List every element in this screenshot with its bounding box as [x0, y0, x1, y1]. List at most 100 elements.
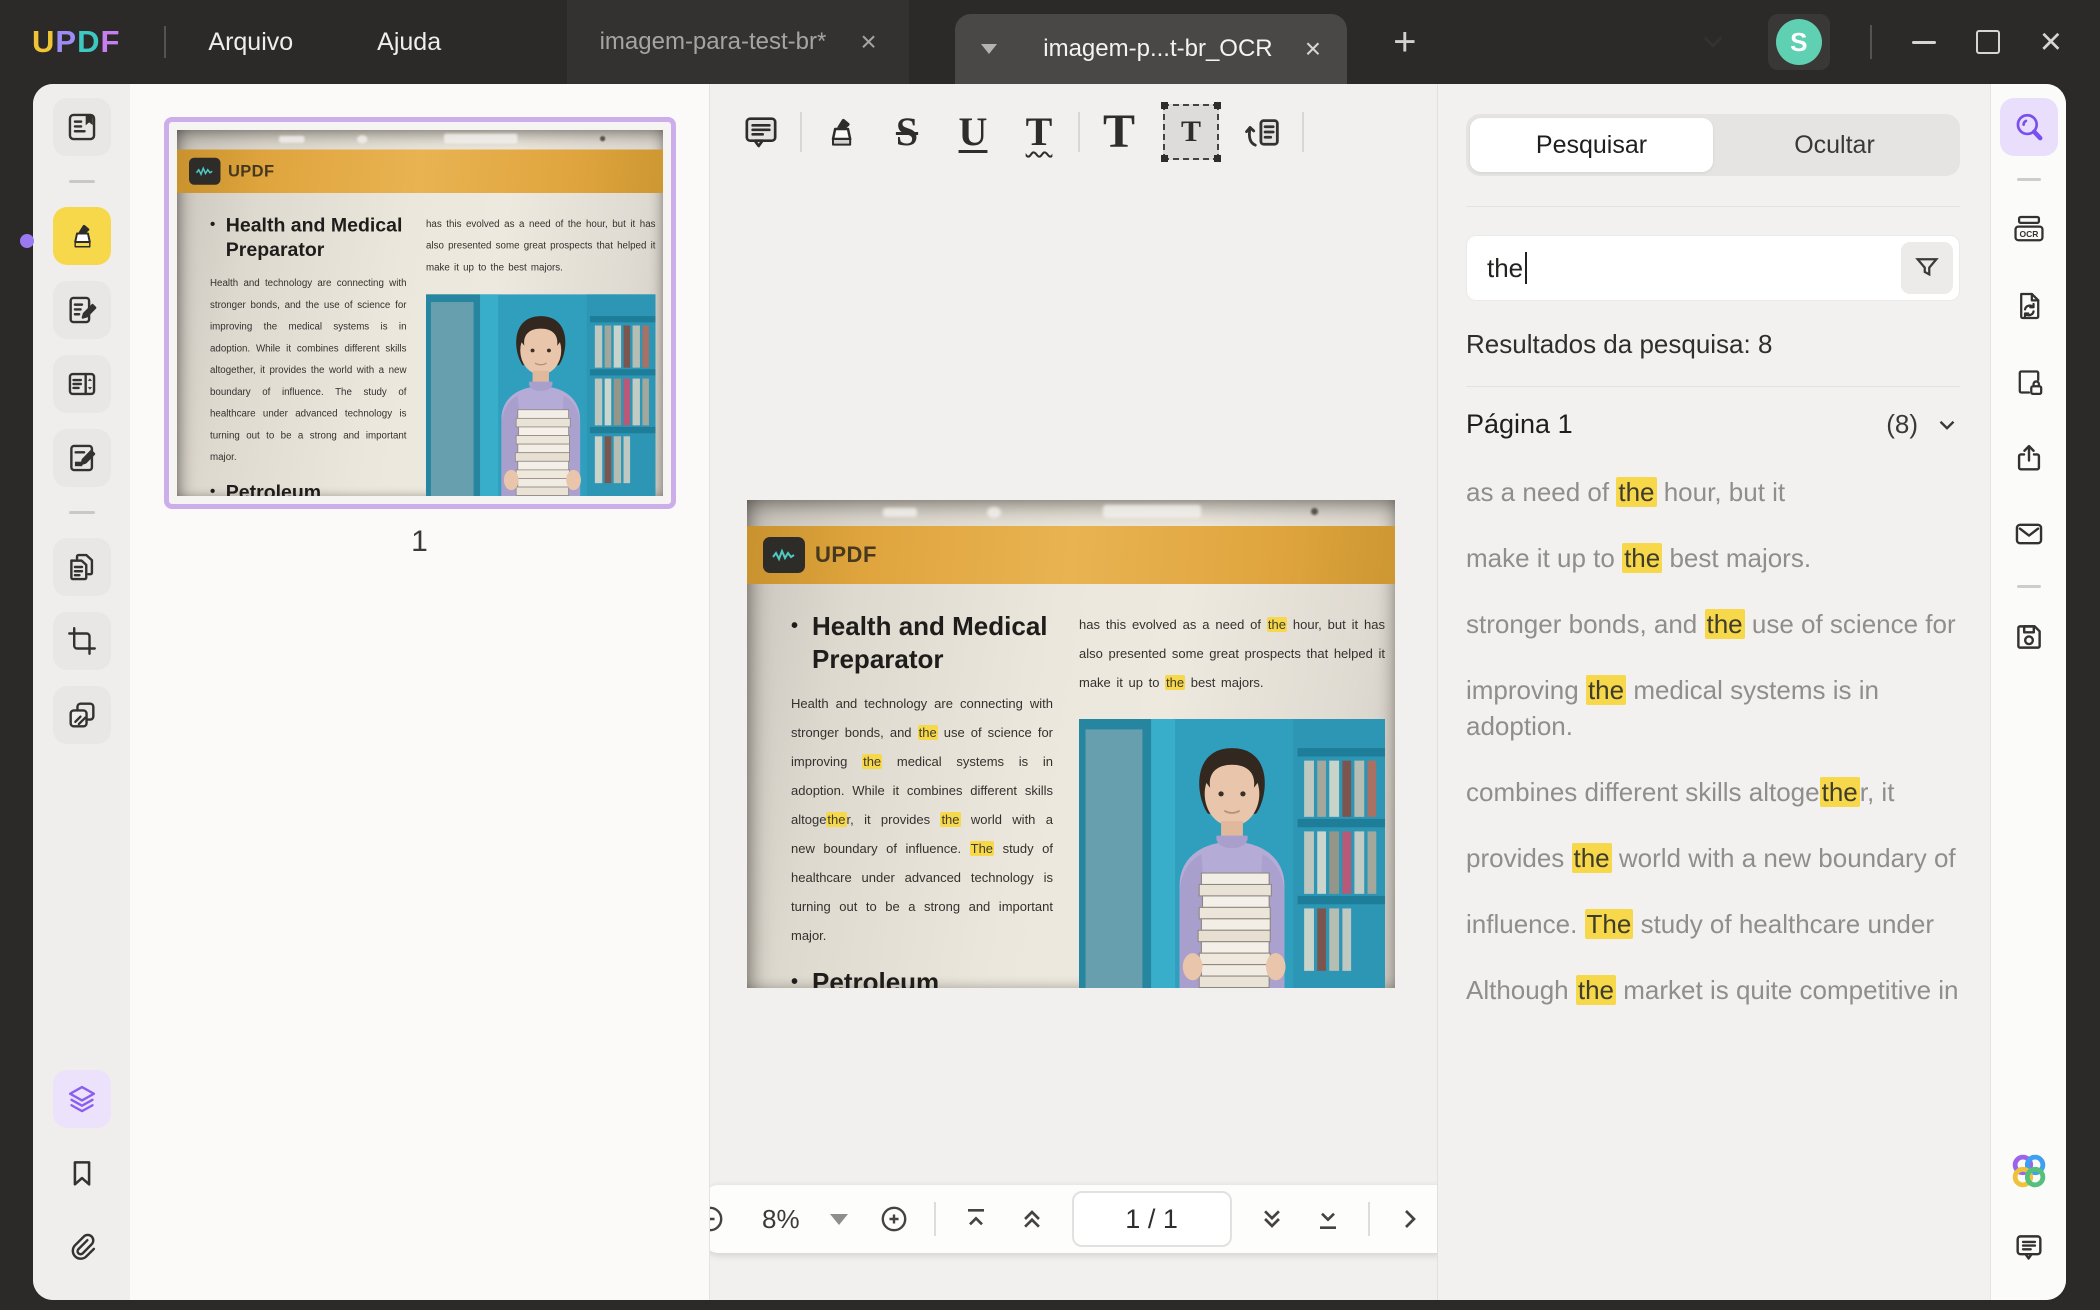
- textbox-tool-button[interactable]: T: [1152, 99, 1230, 165]
- toolbar-divider: [1302, 112, 1304, 152]
- ocr-button[interactable]: OCR: [2000, 201, 2058, 259]
- attachment-button[interactable]: [53, 1218, 111, 1276]
- next-page-button[interactable]: [1256, 1203, 1288, 1235]
- edit-button[interactable]: [52, 429, 111, 487]
- search-result[interactable]: influence. The study of healthcare under: [1466, 906, 1960, 942]
- toolbar-divider: [2016, 178, 2041, 181]
- tab-title: imagem-p...t-br_OCR: [1043, 35, 1273, 62]
- slide-paragraph: Health and technology are connecting wit…: [791, 696, 1054, 943]
- search-results-list: as a need of the hour, but it make it up…: [1466, 474, 1960, 1008]
- toolbar-divider: [1078, 112, 1080, 152]
- close-button[interactable]: ×: [2040, 23, 2062, 61]
- reader-button[interactable]: [52, 98, 111, 156]
- tab-inactive[interactable]: imagem-para-test-br* ×: [567, 0, 910, 84]
- zoom-level[interactable]: 8%: [762, 1204, 800, 1235]
- document-page[interactable]: UPDF • Health and Medical Preparator Heal…: [747, 500, 1395, 988]
- bookmark-button[interactable]: [53, 1144, 111, 1202]
- svg-text:OCR: OCR: [2019, 229, 2038, 239]
- search-button[interactable]: [1999, 98, 2058, 156]
- paperclip-icon: [65, 1230, 99, 1264]
- underline-tool-button[interactable]: U: [940, 99, 1006, 165]
- search-panel: Pesquisar Ocultar the Resultados da pesq…: [1437, 84, 1990, 1300]
- text-box-icon: T: [1161, 102, 1221, 162]
- window-chevron-down-icon[interactable]: [1698, 27, 1728, 57]
- text-tool-button[interactable]: T: [1086, 99, 1152, 165]
- pages-icon: [65, 550, 99, 584]
- search-result[interactable]: provides the world with a new boundary o…: [1466, 840, 1960, 876]
- page-group-row[interactable]: Página 1 (8): [1466, 409, 1960, 440]
- tab-title: imagem-para-test-br*: [599, 28, 827, 55]
- layers-button[interactable]: [52, 1070, 111, 1128]
- slide-logo-text: UPDF: [227, 161, 274, 181]
- previous-page-button[interactable]: [1016, 1203, 1048, 1235]
- ocr-icon: OCR: [2013, 215, 2044, 242]
- mail-button[interactable]: [2000, 505, 2058, 563]
- collapse-chevron-icon[interactable]: [1934, 412, 1960, 438]
- account-button[interactable]: S: [1767, 14, 1830, 70]
- search-filter-button[interactable]: [1901, 242, 1953, 294]
- maximize-button[interactable]: [1975, 30, 2000, 54]
- compare-button[interactable]: [52, 686, 111, 744]
- zoom-in-button[interactable]: [878, 1203, 910, 1235]
- logo-letter: F: [100, 24, 121, 59]
- expand-pager-icon[interactable]: [1394, 1203, 1426, 1235]
- squiggly-underline-icon: T: [1025, 109, 1053, 154]
- page-number-input[interactable]: 1 / 1: [1071, 1191, 1232, 1247]
- annotate-button[interactable]: [52, 281, 111, 339]
- document-view: S U T T T UPDF • Health and Medical Prep…: [710, 84, 1437, 1300]
- feedback-button[interactable]: [2000, 1218, 2058, 1276]
- callout-tool-button[interactable]: [1230, 99, 1296, 165]
- menu-ajuda[interactable]: Ajuda: [377, 28, 441, 57]
- strikethrough-tool-button[interactable]: S: [874, 99, 940, 165]
- organize-pages-button[interactable]: [52, 538, 111, 596]
- tab-dropdown-icon[interactable]: [981, 44, 998, 54]
- underline-icon: U: [958, 109, 988, 154]
- search-result[interactable]: make it up to the best majors.: [1466, 540, 1960, 576]
- squiggly-tool-button[interactable]: T: [1006, 99, 1072, 165]
- tab-active[interactable]: imagem-p...t-br_OCR ×: [955, 14, 1348, 84]
- highlight-tool-button[interactable]: [808, 99, 874, 165]
- funnel-icon: [1912, 253, 1942, 283]
- last-page-button[interactable]: [1312, 1203, 1344, 1235]
- comment-tool-button[interactable]: [728, 99, 794, 165]
- highlighter-icon: [821, 112, 861, 152]
- protect-button[interactable]: [2000, 353, 2058, 411]
- minimize-button[interactable]: [1911, 40, 1936, 44]
- tab-pesquisar[interactable]: Pesquisar: [1470, 118, 1713, 172]
- share-button[interactable]: [2000, 429, 2058, 487]
- search-result[interactable]: as a need of the hour, but it: [1466, 474, 1960, 510]
- thumbnail-panel: UPDF • Health and Medical Preparator Heal…: [130, 84, 710, 1300]
- crop-button[interactable]: [52, 612, 111, 670]
- save-button[interactable]: [2000, 608, 2058, 666]
- slide-heading: •Petroleum Engineering: [209, 480, 321, 496]
- tab-close-icon[interactable]: ×: [1305, 35, 1321, 63]
- search-result[interactable]: combines different skills altogether, it: [1466, 774, 1960, 810]
- panel-divider: [1466, 386, 1960, 387]
- page-thumbnail[interactable]: UPDF • Health and Medical Preparator Heal…: [163, 117, 676, 509]
- form-fill-button[interactable]: [52, 355, 111, 413]
- search-input[interactable]: the: [1466, 235, 1960, 301]
- search-result[interactable]: improving the medical systems is in adop…: [1466, 672, 1960, 744]
- ai-assistant-button[interactable]: [2000, 1142, 2058, 1200]
- logo-letter: D: [77, 24, 101, 59]
- tab-close-icon[interactable]: ×: [860, 28, 876, 56]
- photo-screen-edge: [747, 500, 1395, 526]
- highlighter-button[interactable]: [52, 207, 111, 265]
- pager-bar: 8% 1 / 1: [710, 1185, 1437, 1253]
- thumbnail-slide: UPDF • Health and Medical Preparator Heal…: [176, 130, 663, 496]
- menu-arquivo[interactable]: Arquivo: [208, 28, 293, 57]
- slide-heading: • Health and Medical Preparator: [209, 213, 402, 261]
- toolbar-divider: [68, 180, 95, 183]
- zoom-dropdown-icon[interactable]: [829, 1213, 848, 1225]
- tab-ocultar[interactable]: Ocultar: [1713, 118, 1956, 172]
- slide-logo-icon: [763, 537, 805, 573]
- search-result[interactable]: Although the market is quite competitive…: [1466, 972, 1960, 1008]
- first-page-button[interactable]: [960, 1203, 992, 1235]
- zoom-out-button[interactable]: [710, 1203, 726, 1235]
- convert-button[interactable]: [2000, 277, 2058, 335]
- new-tab-button[interactable]: +: [1393, 22, 1416, 62]
- slide-banner: UPDF: [747, 526, 1395, 584]
- content-area: UPDF • Health and Medical Preparator Heal…: [33, 84, 2066, 1300]
- search-result[interactable]: stronger bonds, and the use of science f…: [1466, 606, 1960, 642]
- search-panel-tabs: Pesquisar Ocultar: [1466, 114, 1960, 176]
